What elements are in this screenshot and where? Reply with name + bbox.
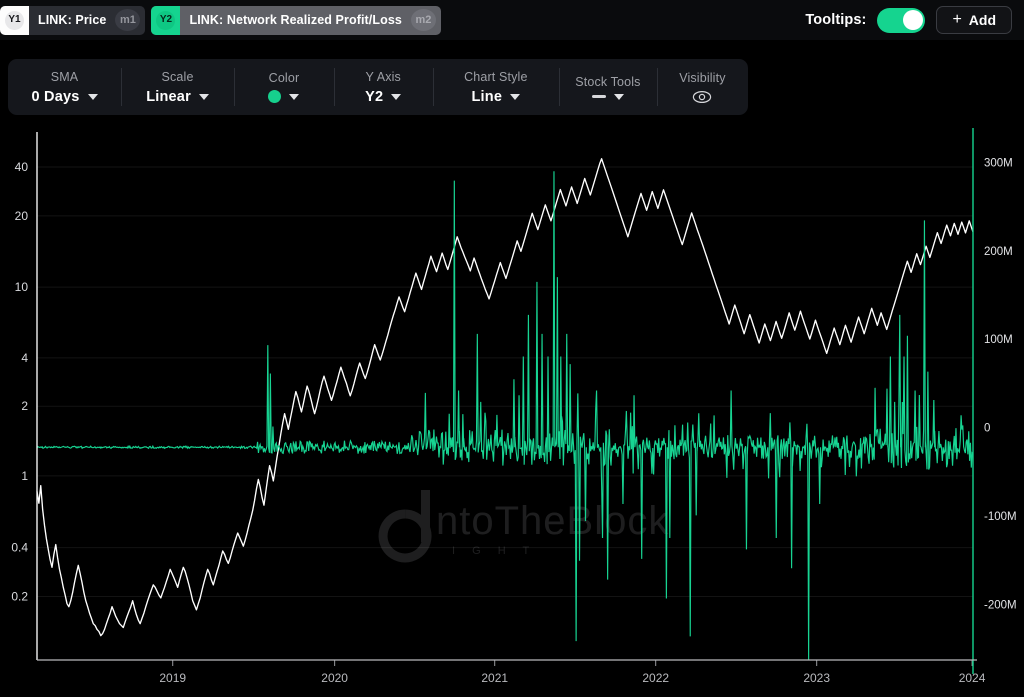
watermark-text: ntoTheBlock — [436, 499, 669, 543]
left-axis-tick-label: 2 — [21, 399, 28, 413]
y1-axis-badge: Y1 — [0, 6, 29, 35]
toolbar-chart-style-value: Line — [472, 89, 503, 105]
chart-app: Y1 LINK: Price m1 Y2 LINK: Network Reali… — [0, 0, 1024, 697]
x-axis-tick-label: 2023 — [803, 671, 830, 685]
toolbar-visibility[interactable]: Visibility — [657, 59, 748, 115]
toolbar-chart-style[interactable]: Chart Style Line — [433, 59, 559, 115]
left-axis-tick-label: 0.2 — [11, 590, 28, 604]
chart-toolbar: SMA 0 Days Scale Linear Color Y Axis Y2 — [8, 59, 748, 115]
right-axis-tick-label: -200M — [984, 599, 1017, 611]
y1-badge-text: Y1 — [5, 11, 24, 30]
series-chip-y2-label: LINK: Network Realized Profit/Loss — [180, 13, 410, 27]
line-tool-icon — [592, 95, 606, 98]
toolbar-y-axis-value: Y2 — [365, 89, 383, 105]
toolbar-color[interactable]: Color — [234, 59, 334, 115]
left-axis-tick-label: 1 — [21, 469, 28, 483]
add-button-label: Add — [969, 12, 996, 28]
toolbar-sma-value-row: 0 Days — [32, 89, 98, 105]
toolbar-scale-value: Linear — [146, 89, 191, 105]
chart-area[interactable]: ntoTheBlock I G H T 40 20 10 4 2 1 0.4 0.2 300M 2… — [0, 122, 1024, 697]
toolbar-scale-value-row: Linear — [146, 89, 209, 105]
chevron-down-icon — [391, 94, 401, 100]
chevron-down-icon — [199, 94, 209, 100]
toolbar-y-axis-value-row: Y2 — [365, 89, 401, 105]
toolbar-visibility-value-row — [692, 90, 712, 104]
right-axis-tick-label: 0 — [984, 423, 990, 435]
color-swatch-icon — [268, 90, 281, 103]
top-bar: Y1 LINK: Price m1 Y2 LINK: Network Reali… — [0, 0, 1024, 40]
left-axis-tick-label: 4 — [21, 351, 28, 365]
top-bar-controls: Tooltips: + Add — [805, 6, 1024, 34]
toolbar-scale[interactable]: Scale Linear — [121, 59, 234, 115]
x-axis-tick-label: 2022 — [642, 671, 669, 685]
x-axis-tick-label: 2020 — [321, 671, 348, 685]
toolbar-sma[interactable]: SMA 0 Days — [8, 59, 121, 115]
tooltips-label: Tooltips: — [805, 12, 866, 28]
left-axis-tick-label: 20 — [15, 209, 29, 223]
chart-svg[interactable]: ntoTheBlock I G H T 40 20 10 4 2 1 0.4 0.2 300M 2… — [0, 122, 1024, 697]
toolbar-visibility-title: Visibility — [679, 71, 725, 85]
eye-icon — [692, 90, 712, 104]
toolbar-stock-tools[interactable]: Stock Tools — [559, 59, 657, 115]
chart-background — [0, 122, 1024, 697]
tooltips-toggle-knob — [903, 10, 923, 30]
toolbar-color-value-row — [268, 90, 299, 103]
toolbar-scale-title: Scale — [162, 70, 194, 84]
watermark-subtext: I G H T — [452, 545, 536, 557]
right-axis-tick-label: 100M — [984, 334, 1013, 346]
x-axis-tick-label: 2021 — [481, 671, 508, 685]
y2-badge-text: Y2 — [156, 11, 175, 30]
left-axis-tick-label: 40 — [15, 160, 29, 174]
chevron-down-icon — [614, 94, 624, 100]
toolbar-y-axis[interactable]: Y Axis Y2 — [334, 59, 433, 115]
series-chip-y1-label: LINK: Price — [29, 13, 115, 27]
y2-axis-badge: Y2 — [151, 6, 180, 35]
right-axis-tick-label: 300M — [984, 157, 1013, 169]
toolbar-sma-title: SMA — [51, 70, 79, 84]
toolbar-stock-tools-value-row — [592, 94, 624, 100]
series-chip-y1-metric: m1 — [115, 9, 140, 31]
toolbar-color-title: Color — [269, 71, 300, 85]
chevron-down-icon — [510, 94, 520, 100]
add-button[interactable]: + Add — [936, 6, 1012, 34]
left-axis-tick-label: 0.4 — [11, 541, 28, 555]
chevron-down-icon — [88, 94, 98, 100]
x-axis-tick-label: 2024 — [959, 671, 986, 685]
left-axis-tick-label: 10 — [15, 280, 29, 294]
right-axis-tick-label: -100M — [984, 511, 1017, 523]
toolbar-stock-tools-title: Stock Tools — [575, 75, 640, 89]
toolbar-chart-style-title: Chart Style — [464, 70, 527, 84]
series-chip-list: Y1 LINK: Price m1 Y2 LINK: Network Reali… — [0, 6, 441, 35]
series-chip-y2-metric: m2 — [411, 9, 436, 31]
right-axis-tick-label: 200M — [984, 246, 1013, 258]
chevron-down-icon — [289, 94, 299, 100]
tooltips-toggle[interactable] — [877, 8, 925, 33]
series-chip-y1[interactable]: Y1 LINK: Price m1 — [0, 6, 145, 35]
x-axis-tick-label: 2019 — [159, 671, 186, 685]
plus-icon: + — [952, 12, 961, 28]
toolbar-chart-style-value-row: Line — [472, 89, 521, 105]
toolbar-y-axis-title: Y Axis — [366, 70, 401, 84]
toolbar-sma-value: 0 Days — [32, 89, 80, 105]
series-chip-y2[interactable]: Y2 LINK: Network Realized Profit/Loss m2 — [151, 6, 440, 35]
